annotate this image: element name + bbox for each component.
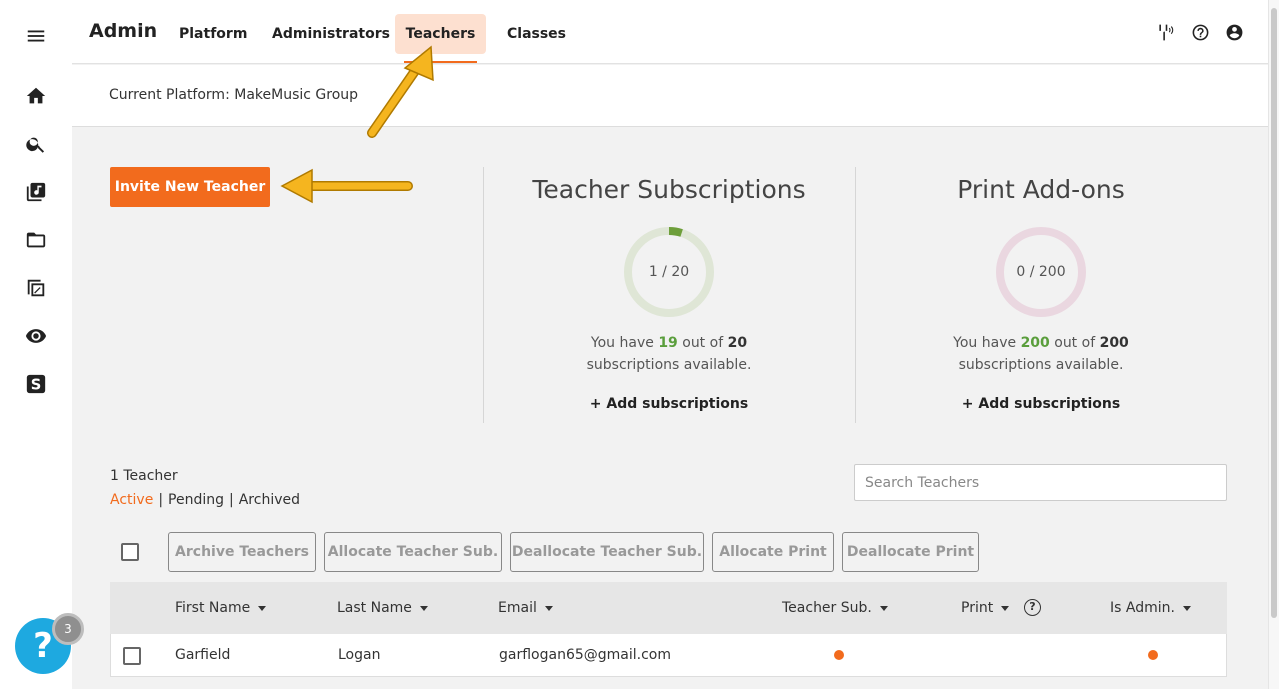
sort-caret-icon [544,605,553,611]
tab-administrators[interactable]: Administrators [272,14,390,54]
search-icon[interactable] [24,132,48,156]
print-help-icon[interactable]: ? [1024,599,1041,616]
filter-separator: | [229,492,234,508]
filter-separator: | [158,492,164,508]
panel-title: Print Add-ons [957,175,1125,204]
folder-icon[interactable] [24,228,48,252]
tab-teachers[interactable]: Teachers [395,14,486,54]
allocate-print-button[interactable]: Allocate Print [712,532,834,572]
smartmusic-logo-icon[interactable]: S [24,372,48,396]
column-first-name[interactable]: First Name [175,600,267,616]
platform-bar: Current Platform: MakeMusic Group [72,65,1268,127]
add-subscriptions-link[interactable]: + Add subscriptions [855,396,1227,412]
ring-label: 0 / 200 [1016,264,1066,280]
sort-caret-icon [419,605,428,611]
table-row: Garfield Logan garflogan65@gmail.com [110,634,1227,677]
current-platform: Current Platform: MakeMusic Group [109,87,359,103]
tab-platform[interactable]: Platform [179,14,247,54]
tab-classes[interactable]: Classes [507,14,566,54]
left-rail: S [0,0,72,689]
teacher-count: 1 Teacher [110,468,178,484]
teacher-subscriptions-panel: Teacher Subscriptions 1 / 20 You have 19… [483,172,855,412]
column-teacher-sub[interactable]: Teacher Sub. [782,600,888,616]
cell-first-name: Garfield [175,647,231,663]
row-checkbox[interactable] [123,647,141,665]
ring-label: 1 / 20 [648,264,690,280]
subscriptions-ring: 1 / 20 [623,226,715,318]
scrollbar-thumb[interactable] [1271,8,1277,618]
print-addons-panel: Print Add-ons 0 / 200 You have 200 out o… [855,172,1227,412]
sort-caret-icon [1001,605,1010,611]
panel-title: Teacher Subscriptions [532,175,806,204]
column-last-name[interactable]: Last Name [337,600,428,616]
availability-text: You have 19 out of 20 subscriptions avai… [586,335,752,373]
music-library-icon[interactable] [24,180,48,204]
filter-archived[interactable]: Archived [239,492,300,508]
column-email[interactable]: Email [498,600,553,616]
invite-new-teacher-button[interactable]: Invite New Teacher [110,167,270,207]
availability-text: You have 200 out of 200 subscriptions av… [953,335,1129,373]
allocate-teacher-sub-button[interactable]: Allocate Teacher Sub. [324,532,502,572]
top-bar: Admin Platform Administrators Teachers C… [72,0,1268,64]
menu-icon[interactable] [24,24,48,48]
column-print[interactable]: Print [961,600,1010,616]
home-icon[interactable] [24,84,48,108]
score-icon[interactable] [24,276,48,300]
sort-caret-icon [879,605,888,611]
help-icon[interactable] [1190,22,1210,42]
top-actions [1156,22,1244,42]
deallocate-print-button[interactable]: Deallocate Print [842,532,979,572]
deallocate-teacher-sub-button[interactable]: Deallocate Teacher Sub. [510,532,704,572]
sort-caret-icon [258,605,267,611]
select-all-checkbox[interactable] [121,543,139,561]
add-subscriptions-link[interactable]: + Add subscriptions [483,396,855,412]
page-title: Admin [89,20,158,42]
notification-badge: 3 [52,613,84,645]
is-admin-indicator [1148,650,1158,660]
filter-active[interactable]: Active [110,492,153,508]
tuner-icon[interactable] [1156,22,1176,42]
svg-text:S: S [31,377,42,394]
status-filters: Active | Pending | Archived [110,492,300,508]
archive-teachers-button[interactable]: Archive Teachers [168,532,316,572]
column-is-admin[interactable]: Is Admin. [1110,600,1191,616]
filter-pending[interactable]: Pending [168,492,224,508]
account-icon[interactable] [1224,22,1244,42]
sort-caret-icon [1182,605,1191,611]
cell-last-name: Logan [338,647,381,663]
scrollbar[interactable] [1268,0,1279,689]
table-header: First Name Last Name Email Teacher Sub. … [110,582,1227,634]
arrow-to-invite-button [280,168,413,204]
print-ring: 0 / 200 [995,226,1087,318]
teacher-sub-indicator [834,650,844,660]
cell-email: garflogan65@gmail.com [499,647,671,663]
active-tab-indicator [404,61,477,63]
eye-icon[interactable] [24,324,48,348]
search-teachers-input[interactable] [854,464,1227,501]
